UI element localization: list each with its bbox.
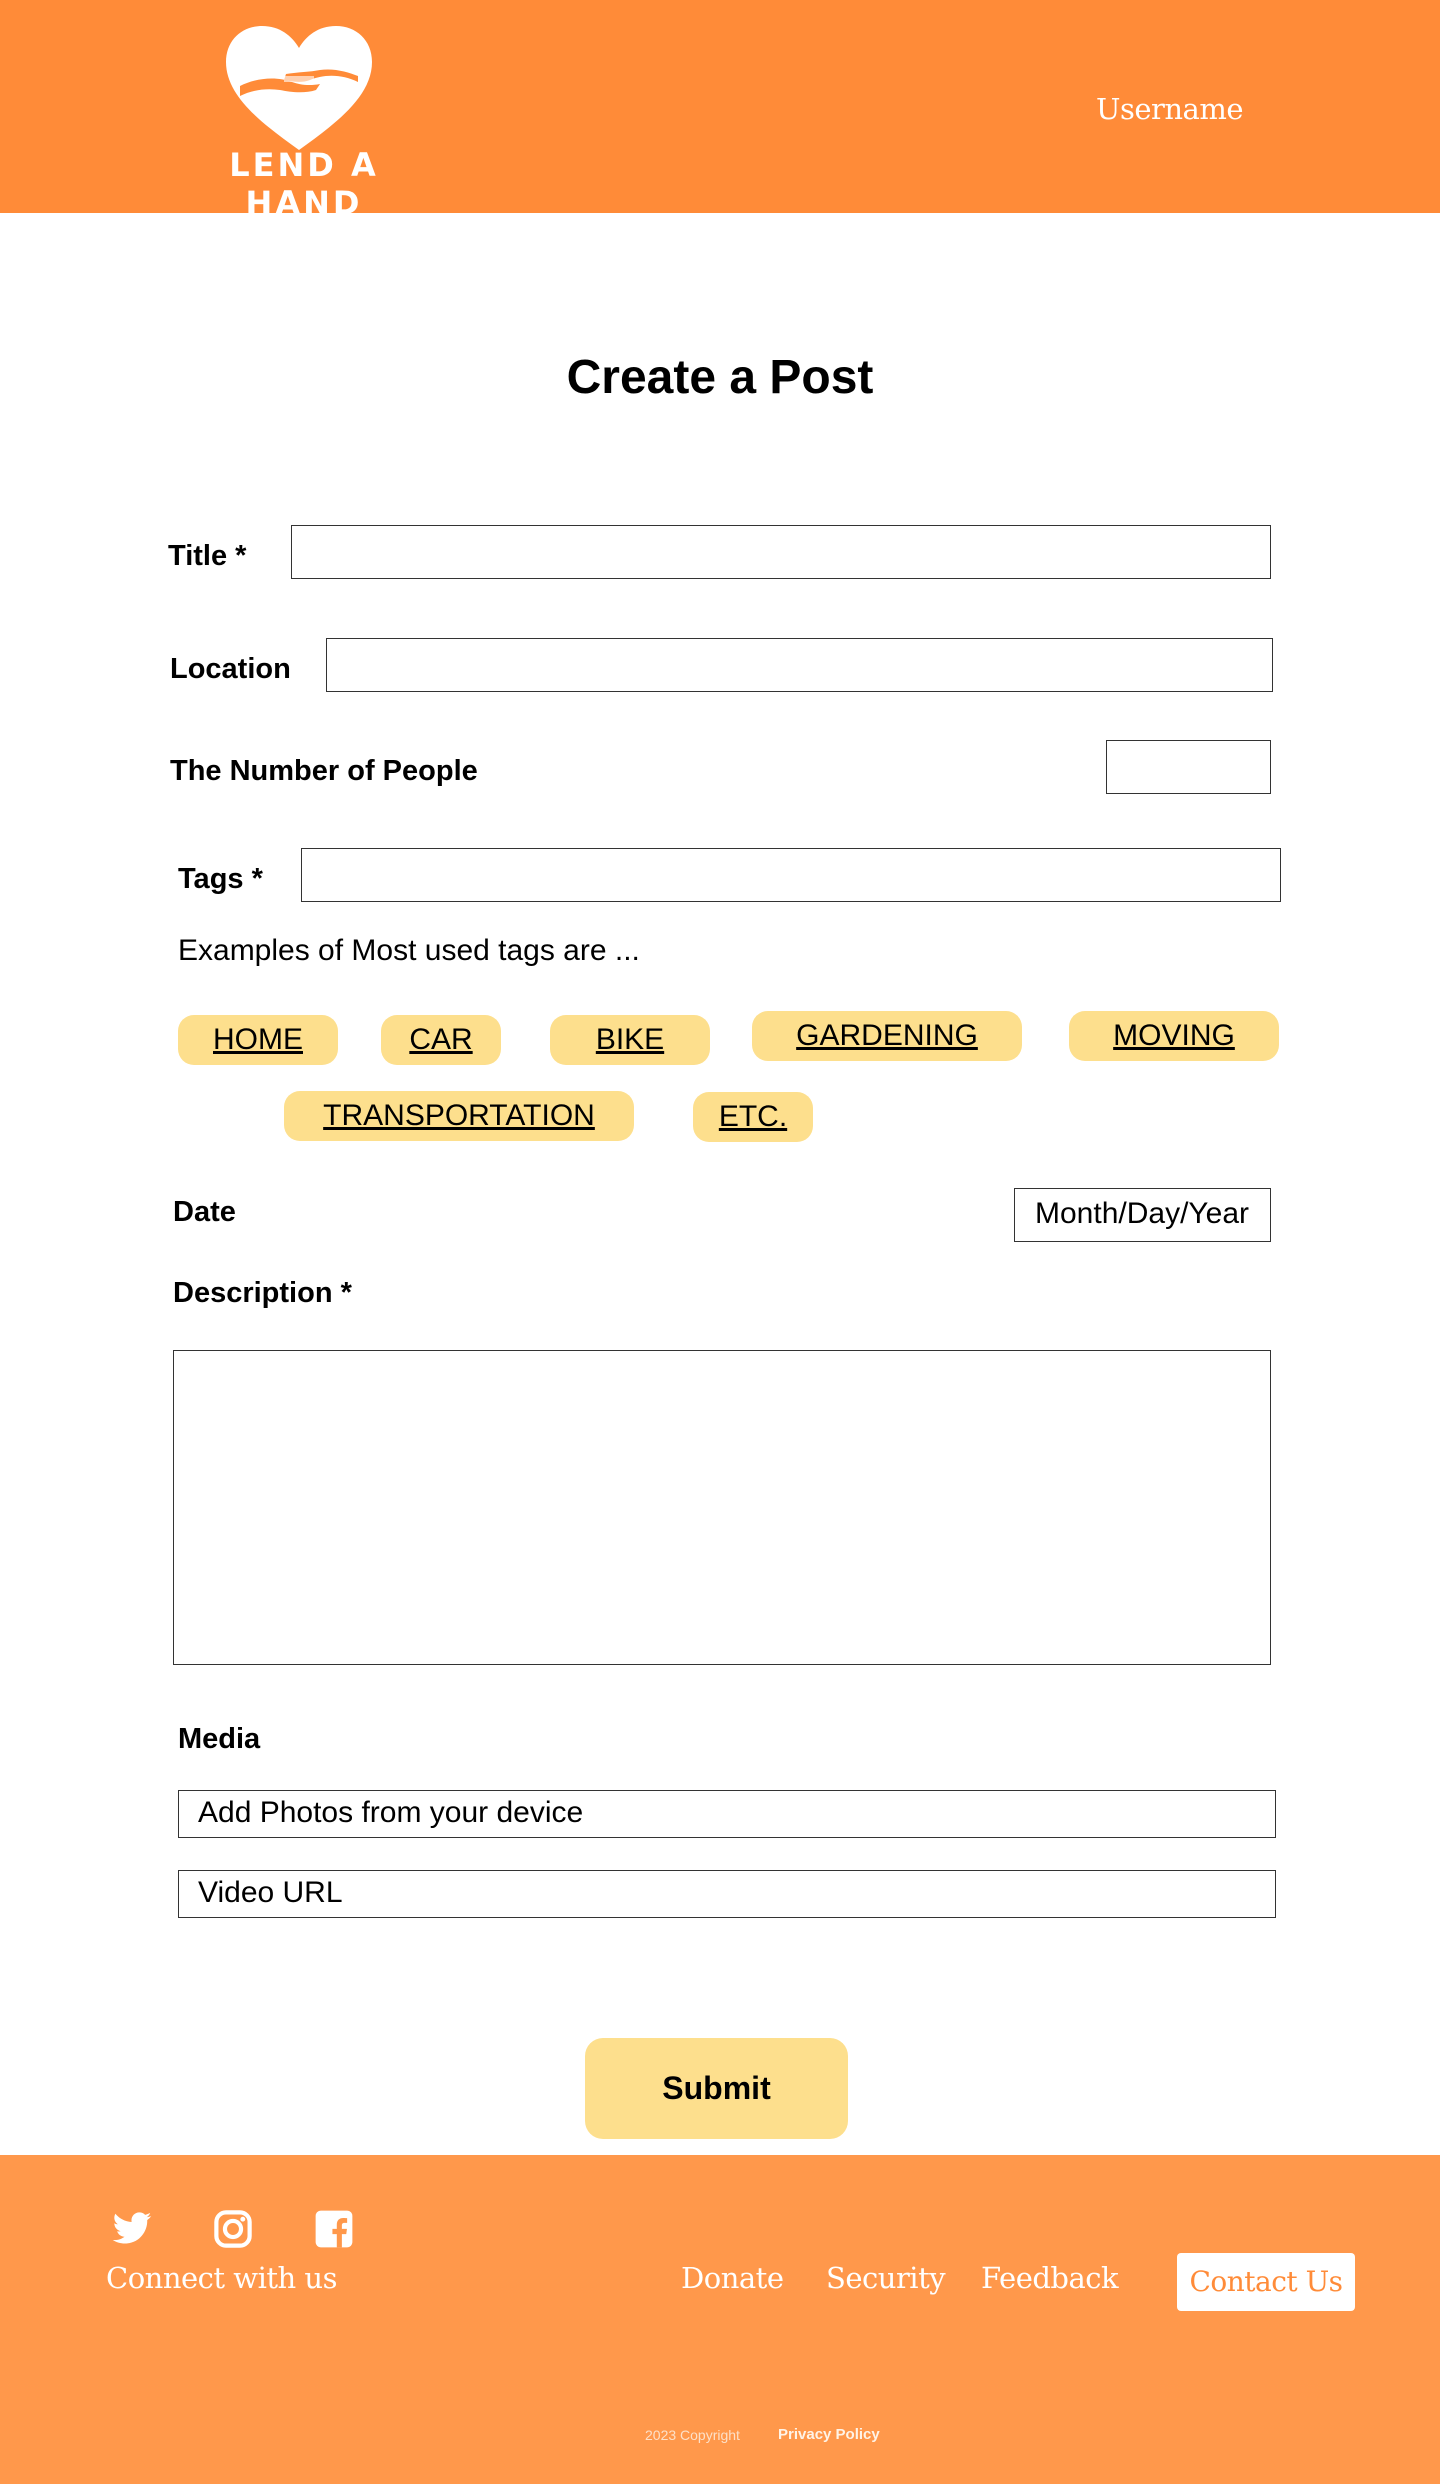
tag-gardening[interactable]: GARDENING: [752, 1011, 1022, 1061]
submit-button[interactable]: Submit: [585, 2038, 848, 2139]
tag-bike[interactable]: BIKE: [550, 1015, 710, 1065]
privacy-policy-link[interactable]: Privacy Policy: [778, 2426, 880, 2443]
media-label: Media: [178, 1723, 261, 1755]
date-label: Date: [173, 1196, 236, 1228]
contact-us-button[interactable]: Contact Us: [1177, 2253, 1355, 2311]
location-input[interactable]: [326, 638, 1273, 692]
location-label: Location: [170, 653, 291, 685]
tags-input[interactable]: [301, 848, 1281, 902]
logo[interactable]: LEND A HAND: [178, 26, 430, 222]
tag-car[interactable]: CAR: [381, 1015, 501, 1065]
connect-with-us: Connect with us: [106, 2261, 338, 2295]
facebook-icon[interactable]: [313, 2208, 355, 2250]
tag-transportation[interactable]: TRANSPORTATION: [284, 1091, 634, 1141]
add-photos-input[interactable]: Add Photos from your device: [178, 1790, 1276, 1838]
date-input[interactable]: Month/Day/Year: [1014, 1188, 1271, 1242]
donate-link[interactable]: Donate: [681, 2261, 784, 2295]
tags-label: Tags *: [178, 863, 263, 895]
description-textarea[interactable]: [173, 1350, 1271, 1665]
copyright: 2023 Copyright: [645, 2427, 740, 2443]
video-url-placeholder: Video URL: [198, 1876, 343, 1909]
tags-hint: Examples of Most used tags are ...: [178, 934, 640, 967]
logo-text: LEND A HAND: [229, 146, 379, 222]
tag-home[interactable]: HOME: [178, 1015, 338, 1065]
people-label: The Number of People: [170, 755, 478, 787]
username-link[interactable]: Username: [1096, 92, 1243, 126]
date-placeholder: Month/Day/Year: [1035, 1197, 1250, 1230]
tag-moving[interactable]: MOVING: [1069, 1011, 1279, 1061]
header: LEND A HAND Username: [0, 0, 1440, 222]
instagram-icon[interactable]: [212, 2208, 254, 2250]
people-count-input[interactable]: [1106, 740, 1271, 794]
add-photos-placeholder: Add Photos from your device: [198, 1796, 584, 1829]
title-label: Title *: [168, 540, 247, 572]
page-title: Create a Post: [566, 351, 874, 404]
feedback-link[interactable]: Feedback: [981, 2261, 1119, 2295]
security-link[interactable]: Security: [826, 2261, 946, 2295]
twitter-icon[interactable]: [111, 2208, 153, 2250]
heart-hands-icon: [226, 26, 372, 150]
title-input[interactable]: [291, 525, 1271, 579]
description-label: Description *: [173, 1277, 352, 1309]
tag-etc[interactable]: ETC.: [693, 1092, 813, 1142]
video-url-input[interactable]: Video URL: [178, 1870, 1276, 1918]
